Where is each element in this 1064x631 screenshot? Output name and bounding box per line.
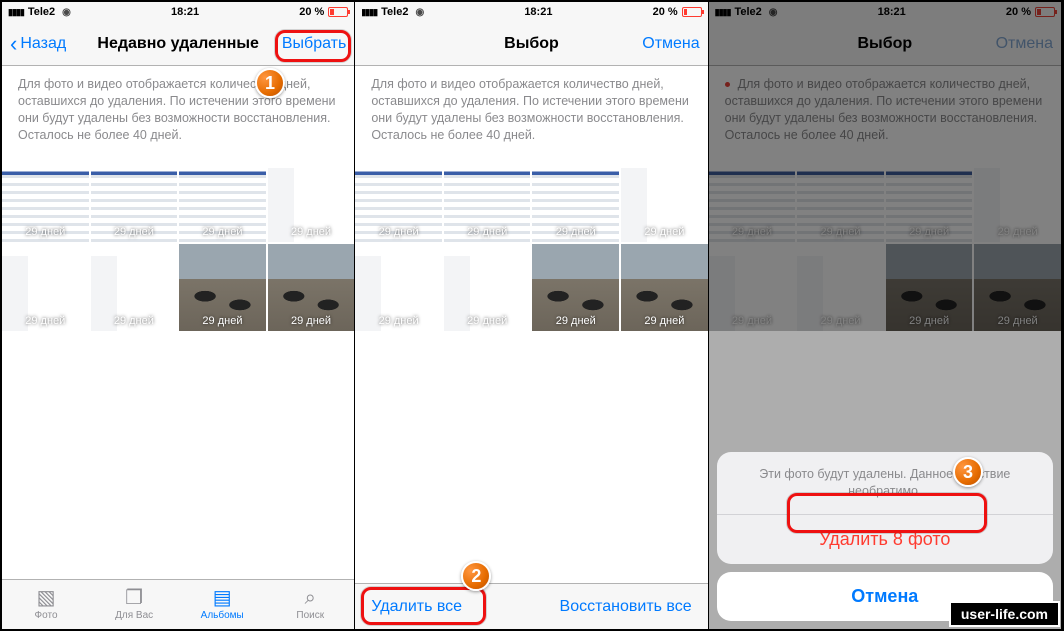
photo-thumb[interactable]: 29 дней bbox=[444, 156, 531, 243]
search-icon: ⌕ bbox=[305, 588, 316, 608]
status-bar: Tele2 18:21 20 % bbox=[355, 2, 707, 22]
albums-icon: ▤ bbox=[213, 588, 232, 608]
battery-icon bbox=[328, 7, 348, 17]
chevron-left-icon: ‹ bbox=[10, 33, 17, 55]
photo-thumb[interactable]: 29 дней bbox=[621, 244, 708, 331]
step-badge-1: 1 bbox=[255, 68, 285, 98]
photo-thumb[interactable]: 29 дней bbox=[355, 244, 442, 331]
tab-search[interactable]: ⌕ Поиск bbox=[266, 580, 354, 629]
photo-thumb[interactable]: 29 дней bbox=[444, 244, 531, 331]
photo-thumb[interactable]: 29 дней bbox=[268, 244, 355, 331]
battery-icon bbox=[682, 7, 702, 17]
photo-thumb[interactable]: 29 дней bbox=[91, 156, 178, 243]
tab-albums[interactable]: ▤ Альбомы bbox=[178, 580, 266, 629]
highlight-delete-all bbox=[361, 587, 486, 625]
photo-thumb[interactable]: 29 дней bbox=[179, 156, 266, 243]
clock: 18:21 bbox=[171, 6, 199, 18]
photo-thumb[interactable]: 29 дней bbox=[2, 156, 89, 243]
info-text: Для фото и видео отображается количество… bbox=[355, 66, 707, 156]
highlight-select bbox=[275, 30, 351, 62]
battery-percent: 20 % bbox=[299, 6, 324, 18]
photo-thumb[interactable]: 29 дней bbox=[532, 156, 619, 243]
photo-thumb[interactable]: 29 дней bbox=[268, 156, 355, 243]
highlight-delete-n bbox=[787, 493, 987, 533]
composite: Tele2 18:21 20 % ‹ Назад Недавно удаленн… bbox=[0, 0, 1064, 631]
photo-thumb[interactable]: 29 дней bbox=[2, 244, 89, 331]
tab-bar: ▧ Фото ❐ Для Вас ▤ Альбомы ⌕ Поиск bbox=[2, 579, 354, 629]
signal-icon bbox=[8, 6, 24, 18]
wifi-icon bbox=[59, 6, 71, 18]
photo-thumb[interactable]: 29 дней bbox=[532, 244, 619, 331]
screen-selection: Tele2 18:21 20 % Выбор Отмена Для фото и… bbox=[355, 2, 708, 629]
wifi-icon bbox=[412, 6, 424, 18]
photo-thumb[interactable]: 29 дней bbox=[91, 244, 178, 331]
recover-all-button[interactable]: Восстановить все bbox=[560, 598, 692, 616]
cancel-button[interactable]: Отмена bbox=[642, 35, 699, 53]
tab-photo[interactable]: ▧ Фото bbox=[2, 580, 90, 629]
signal-icon bbox=[361, 6, 377, 18]
watermark: user-life.com bbox=[949, 601, 1060, 627]
action-sheet-overlay: Эти фото будут удалены. Данное действие … bbox=[709, 2, 1061, 629]
photo-thumb[interactable]: 29 дней bbox=[179, 244, 266, 331]
step-badge-3: 3 bbox=[953, 457, 983, 487]
photo-grid: 29 дней 29 дней 29 дней 29 дней 29 дней … bbox=[355, 156, 707, 331]
photos-icon: ▧ bbox=[37, 588, 56, 608]
screen-action-sheet: Tele2 18:21 20 % Выбор Отмена Для фото и… bbox=[709, 2, 1062, 629]
info-text: Для фото и видео отображается количество… bbox=[2, 66, 354, 156]
back-button[interactable]: ‹ Назад bbox=[10, 33, 66, 55]
carrier-label: Tele2 bbox=[28, 6, 55, 18]
photo-thumb[interactable]: 29 дней bbox=[355, 156, 442, 243]
back-label: Назад bbox=[20, 35, 66, 53]
photo-thumb[interactable]: 29 дней bbox=[621, 156, 708, 243]
screen-recently-deleted: Tele2 18:21 20 % ‹ Назад Недавно удаленн… bbox=[2, 2, 355, 629]
foryou-icon: ❐ bbox=[125, 588, 143, 608]
photo-grid: 29 дней 29 дней 29 дней 29 дней 29 дней … bbox=[2, 156, 354, 331]
tab-foryou[interactable]: ❐ Для Вас bbox=[90, 580, 178, 629]
status-bar: Tele2 18:21 20 % bbox=[2, 2, 354, 22]
nav-bar: Выбор Отмена bbox=[355, 22, 707, 66]
